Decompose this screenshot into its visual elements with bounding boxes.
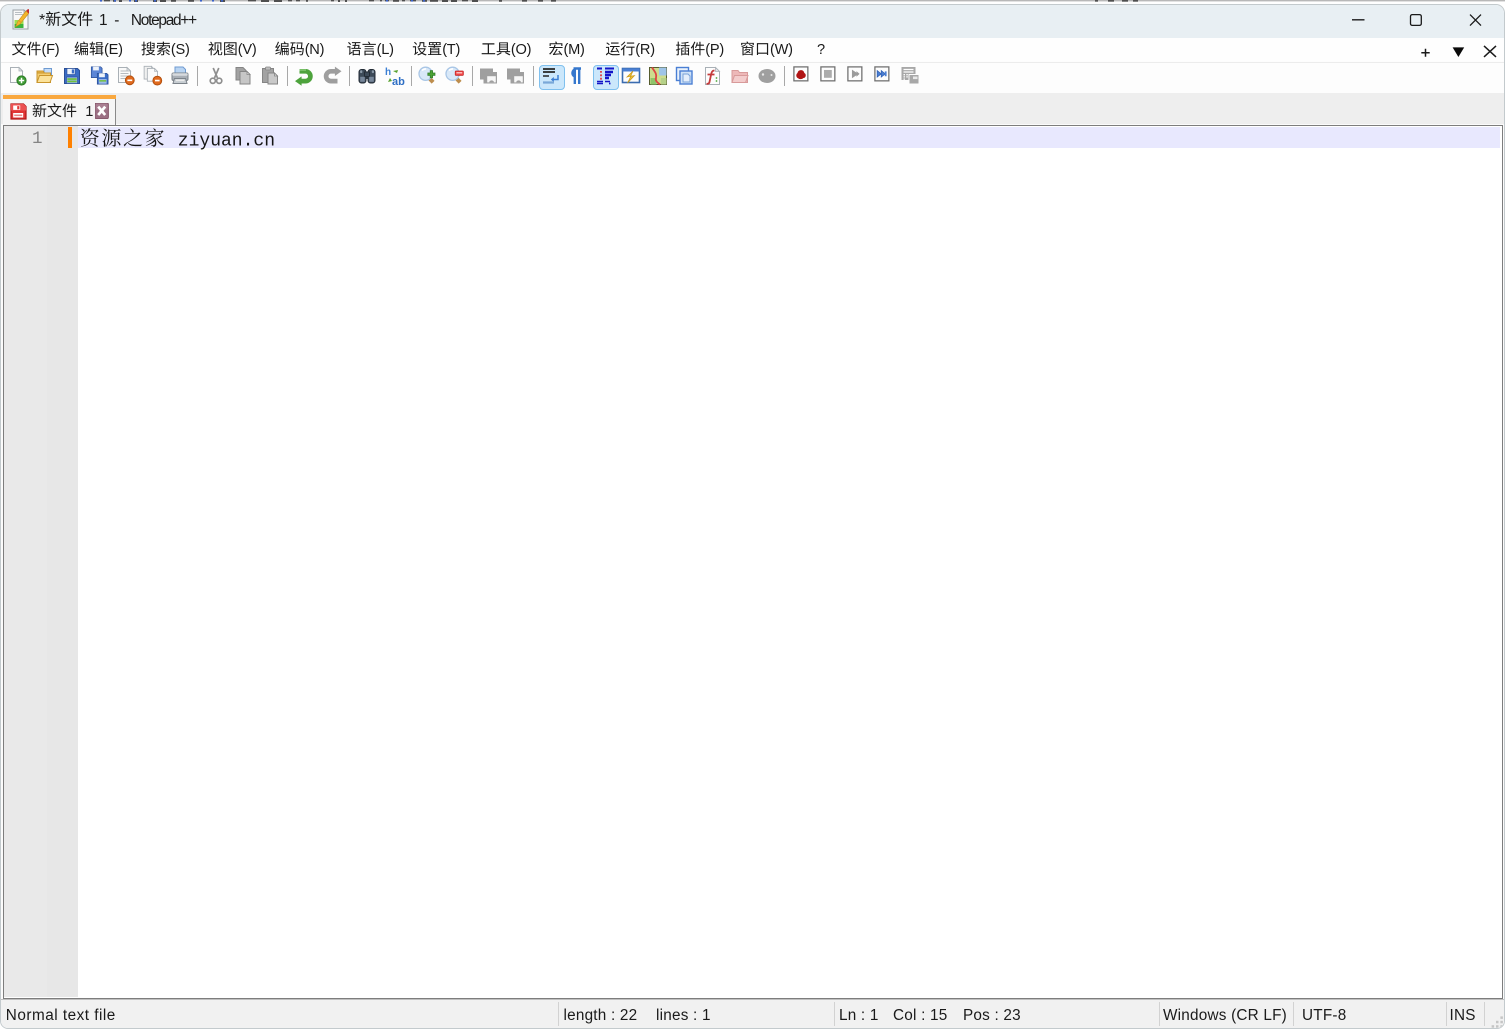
svg-text:Pos : 23: Pos : 23 [963, 1007, 1021, 1024]
svg-text:(N): (N) [305, 42, 325, 58]
svg-text:?: ? [817, 42, 825, 58]
svg-text:(O): (O) [511, 42, 531, 58]
svg-text:(M): (M) [564, 42, 585, 58]
svg-text:INS: INS [1450, 1007, 1476, 1024]
svg-text:(F): (F) [42, 42, 60, 58]
svg-text:ziyuan.cn: ziyuan.cn [178, 131, 275, 151]
svg-text:lines : 1: lines : 1 [656, 1007, 711, 1024]
svg-text:(L): (L) [377, 42, 394, 58]
svg-text:Ln : 1: Ln : 1 [839, 1007, 879, 1024]
svg-text:1: 1 [85, 104, 93, 120]
svg-text:h: h [385, 67, 391, 78]
svg-text:(W): (W) [770, 42, 793, 58]
svg-text:(E): (E) [104, 42, 123, 58]
svg-text:(R): (R) [635, 42, 655, 58]
svg-text:length : 22: length : 22 [564, 1007, 638, 1024]
svg-text:(V): (V) [238, 42, 257, 58]
svg-text:ab: ab [392, 76, 405, 88]
svg-text:Windows (CR LF): Windows (CR LF) [1163, 1007, 1287, 1024]
svg-text:UTF-8: UTF-8 [1302, 1007, 1346, 1024]
svg-text:Normal text file: Normal text file [6, 1007, 116, 1024]
svg-text:Col : 15: Col : 15 [893, 1007, 947, 1024]
svg-text:(S): (S) [171, 42, 190, 58]
svg-text:(T): (T) [442, 42, 460, 58]
svg-text:(P): (P) [705, 42, 724, 58]
svg-text:1: 1 [32, 129, 43, 149]
